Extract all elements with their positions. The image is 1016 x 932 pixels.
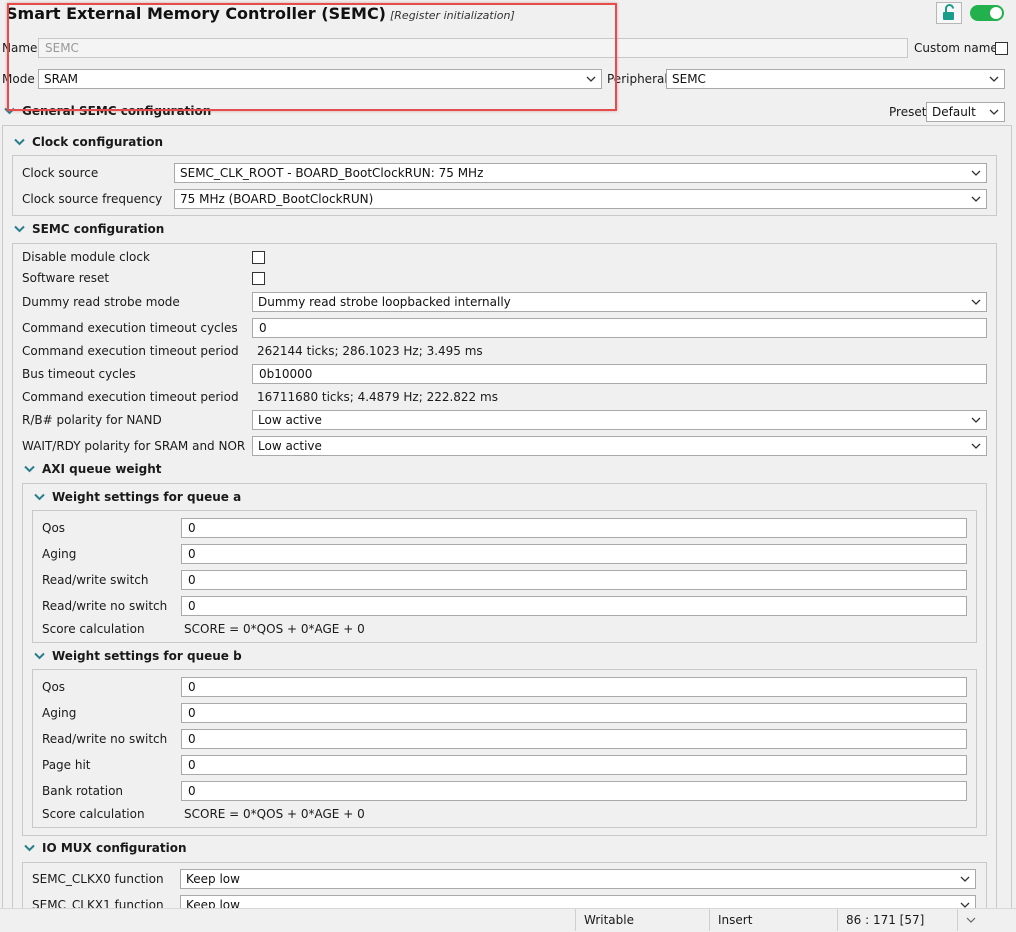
clkx0-label: SEMC_CLKX0 function (32, 872, 164, 886)
chevron-down-icon (24, 465, 35, 473)
peripheral-select-value: SEMC (672, 72, 706, 86)
queue-b-page-hit-label: Page hit (42, 758, 91, 772)
dummy-strobe-label: Dummy read strobe mode (22, 295, 180, 309)
disable-clock-checkbox[interactable] (252, 251, 265, 264)
custom-name-checkbox[interactable] (995, 42, 1008, 55)
bus-timeout-cycles-input[interactable]: 0b10000 (252, 364, 987, 384)
cmd-timeout-period-value: 262144 ticks; 286.1023 Hz; 3.495 ms (257, 344, 483, 358)
unlock-icon (943, 4, 954, 20)
rb-polarity-label: R/B# polarity for NAND (22, 413, 162, 427)
queue-a-rws-label: Read/write switch (42, 573, 149, 587)
queue-b-title: Weight settings for queue b (52, 649, 242, 663)
cmd-timeout-cycles-label: Command execution timeout cycles (22, 321, 238, 335)
queue-a-header[interactable]: Weight settings for queue a (34, 490, 241, 504)
status-writable: Writable (575, 909, 709, 931)
wait-polarity-label: WAIT/RDY polarity for SRAM and NOR (22, 439, 246, 453)
queue-b-qos-label: Qos (42, 680, 66, 694)
queue-b-rwns-label: Read/write no switch (42, 732, 168, 746)
queue-a-rwns-input[interactable]: 0 (181, 596, 967, 616)
queue-b-bank-input[interactable]: 0 (181, 781, 967, 801)
status-position: 86 : 171 [57] (837, 909, 957, 931)
clock-source-value: SEMC_CLK_ROOT - BOARD_BootClockRUN: 75 M… (180, 166, 484, 180)
iomux-title: IO MUX configuration (42, 841, 187, 855)
clock-config-header[interactable]: Clock configuration (14, 135, 163, 149)
clock-source-label: Clock source (22, 166, 99, 180)
chevron-down-icon (971, 299, 981, 305)
queue-b-score-label: Score calculation (42, 807, 145, 821)
clkx0-value: Keep low (186, 872, 240, 886)
chevron-down-icon (966, 917, 976, 923)
queue-a-aging-input[interactable]: 0 (181, 544, 967, 564)
queue-b-page-hit-input[interactable]: 0 (181, 755, 967, 775)
semc-config-title: SEMC configuration (32, 222, 165, 236)
iomux-header[interactable]: IO MUX configuration (24, 841, 187, 855)
wait-polarity-select[interactable]: Low active (252, 436, 987, 456)
preset-select-value: Default (932, 105, 976, 119)
chevron-down-icon (34, 493, 45, 501)
chevron-down-icon (971, 443, 981, 449)
queue-b-aging-label: Aging (42, 706, 77, 720)
status-scroll[interactable] (957, 909, 1016, 931)
clkx0-select[interactable]: Keep low (180, 869, 976, 889)
queue-a-qos-input[interactable]: 0 (181, 518, 967, 538)
software-reset-checkbox[interactable] (252, 272, 265, 285)
bus-timeout-cycles-label: Bus timeout cycles (22, 367, 136, 381)
software-reset-label: Software reset (22, 271, 110, 285)
chevron-down-icon (989, 109, 999, 115)
queue-a-score-label: Score calculation (42, 622, 145, 636)
clock-freq-select[interactable]: 75 MHz (BOARD_BootClockRUN) (174, 189, 987, 209)
queue-b-bank-label: Bank rotation (42, 784, 124, 798)
highlight-box (7, 3, 617, 111)
queue-b-rwns-input[interactable]: 0 (181, 729, 967, 749)
peripheral-select[interactable]: SEMC (666, 69, 1005, 89)
chevron-down-icon (971, 196, 981, 202)
queue-a-qos-label: Qos (42, 521, 66, 535)
queue-a-rwns-label: Read/write no switch (42, 599, 168, 613)
status-bar: Writable Insert 86 : 171 [57] (0, 908, 1016, 931)
chevron-down-icon (971, 170, 981, 176)
wait-polarity-value: Low active (258, 439, 322, 453)
clock-source-select[interactable]: SEMC_CLK_ROOT - BOARD_BootClockRUN: 75 M… (174, 163, 987, 183)
enable-toggle[interactable] (970, 5, 1004, 21)
chevron-down-icon (14, 138, 25, 146)
axi-queue-header[interactable]: AXI queue weight (24, 462, 162, 476)
queue-b-header[interactable]: Weight settings for queue b (34, 649, 242, 663)
custom-name-label: Custom name (914, 41, 998, 55)
queue-a-score-value: SCORE = 0*QOS + 0*AGE + 0 (184, 622, 365, 636)
dummy-strobe-value: Dummy read strobe loopbacked internally (258, 295, 511, 309)
cmd-timeout-period2-value: 16711680 ticks; 4.4879 Hz; 222.822 ms (257, 390, 498, 404)
chevron-down-icon (960, 876, 970, 882)
lock-button[interactable] (936, 2, 962, 24)
semc-config-header[interactable]: SEMC configuration (14, 222, 164, 236)
cmd-timeout-cycles-input[interactable]: 0 (252, 318, 987, 338)
clock-freq-label: Clock source frequency (22, 192, 163, 206)
queue-a-rws-input[interactable]: 0 (181, 570, 967, 590)
chevron-down-icon (34, 652, 45, 660)
preset-select[interactable]: Default (926, 102, 1005, 122)
chevron-down-icon (24, 844, 35, 852)
clock-freq-value: 75 MHz (BOARD_BootClockRUN) (180, 192, 374, 206)
disable-clock-label: Disable module clock (22, 250, 150, 264)
queue-a-aging-label: Aging (42, 547, 77, 561)
queue-b-qos-input[interactable]: 0 (181, 677, 967, 697)
dummy-strobe-select[interactable]: Dummy read strobe loopbacked internally (252, 292, 987, 312)
cmd-timeout-period2-label: Command execution timeout period (22, 390, 239, 404)
axi-queue-title: AXI queue weight (42, 462, 162, 476)
chevron-down-icon (989, 76, 999, 82)
chevron-down-icon (14, 225, 25, 233)
cmd-timeout-period-label: Command execution timeout period (22, 344, 239, 358)
status-insert: Insert (709, 909, 837, 931)
queue-b-aging-input[interactable]: 0 (181, 703, 967, 723)
chevron-down-icon (971, 417, 981, 423)
rb-polarity-value: Low active (258, 413, 322, 427)
rb-polarity-select[interactable]: Low active (252, 410, 987, 430)
preset-label: Preset (889, 105, 927, 119)
queue-b-score-value: SCORE = 0*QOS + 0*AGE + 0 (184, 807, 365, 821)
clock-config-title: Clock configuration (32, 135, 164, 149)
queue-a-title: Weight settings for queue a (52, 490, 242, 504)
